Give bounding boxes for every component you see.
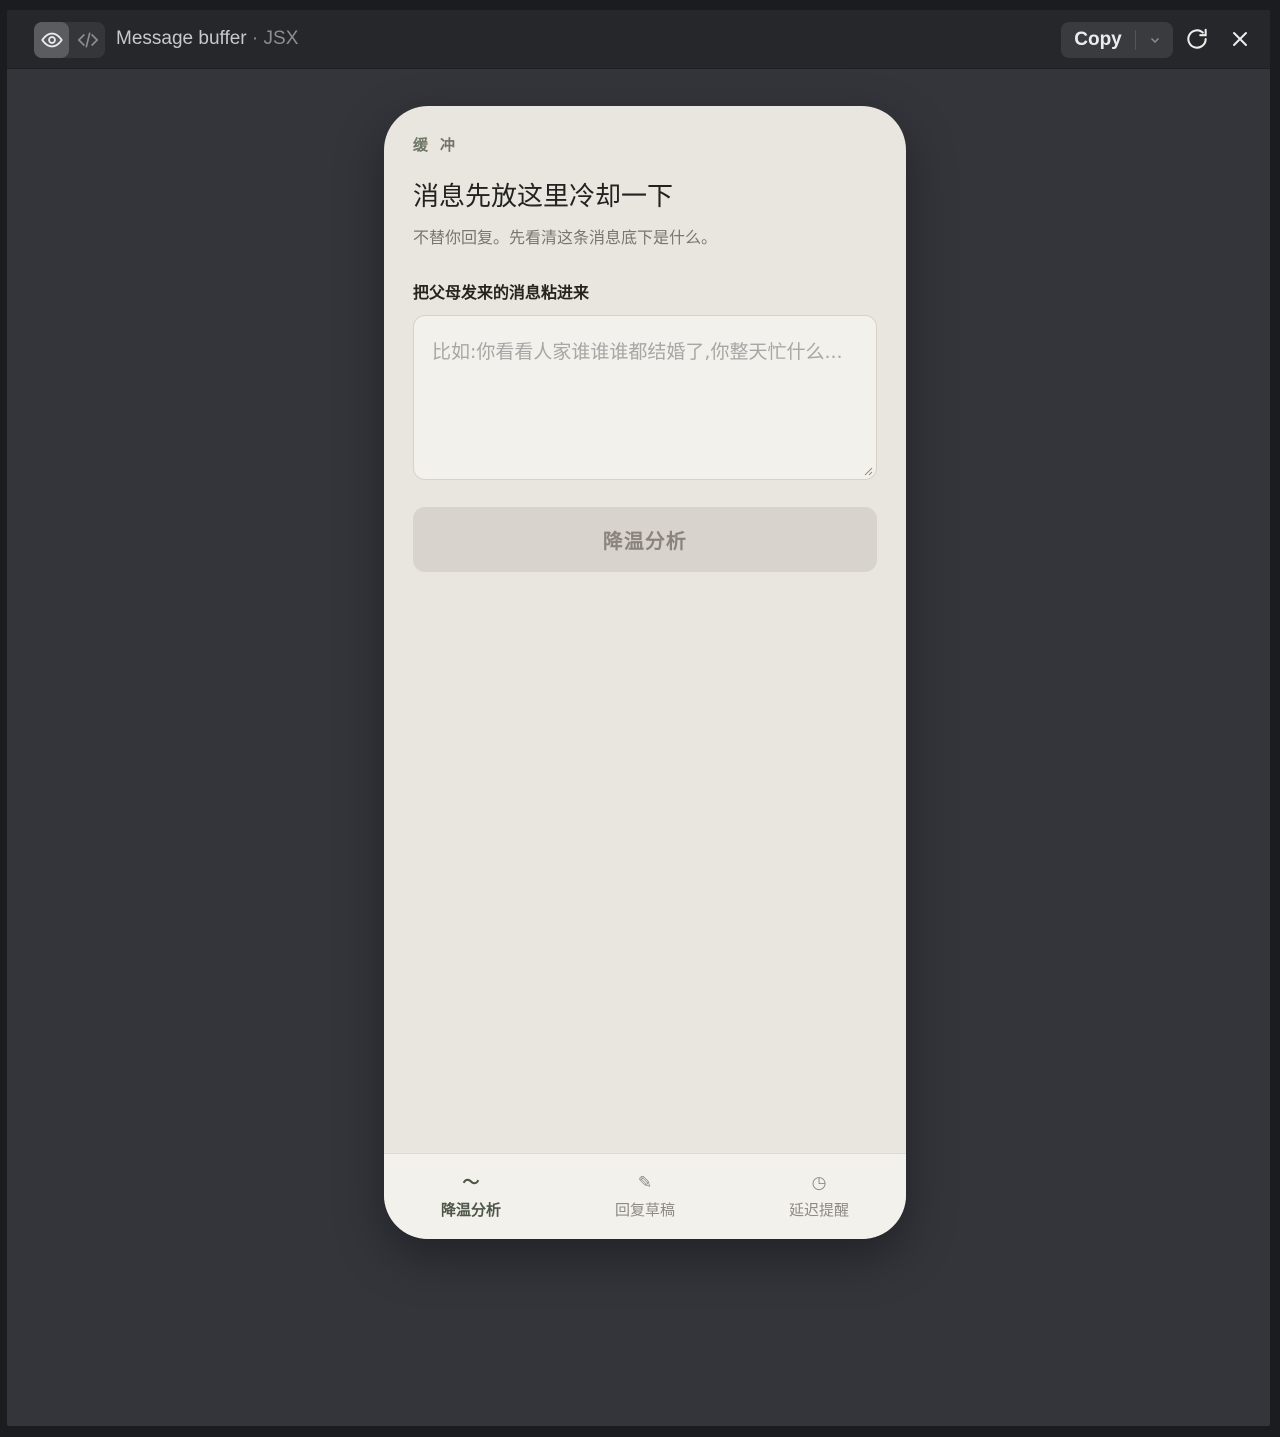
analyze-button[interactable]: 降温分析 [413,507,877,572]
resize-grip-icon[interactable] [864,467,873,476]
app-eyebrow: 缓冲 [413,136,468,154]
code-icon [77,32,98,48]
refresh-icon [1187,28,1207,49]
tab-label: 降温分析 [440,1201,501,1219]
code-toggle-button[interactable] [70,22,105,58]
copy-divider [1135,30,1136,50]
page-title: 消息先放这里冷却一下 [413,182,674,212]
copy-options-button[interactable] [1137,22,1173,58]
wave-icon: 〜 [462,1173,480,1193]
refresh-button[interactable] [1182,24,1212,54]
bottom-tab-bar: 〜 降温分析 ✎ 回复草稿 ◷ 延迟提醒 [384,1153,906,1239]
close-icon [1233,32,1247,46]
preview-toggle-button[interactable] [34,22,69,58]
chevron-down-icon [1151,38,1159,43]
tab-cooldown-analysis[interactable]: 〜 降温分析 [384,1154,558,1239]
clock-icon: ◷ [811,1173,827,1193]
tab-label: 延迟提醒 [788,1201,849,1219]
title-bar: Message buffer · JSX Copy [7,10,1270,69]
window-title: Message buffer · JSX [116,28,298,50]
tab-reply-draft[interactable]: ✎ 回复草稿 [558,1154,732,1239]
copy-button[interactable]: Copy [1061,22,1135,58]
view-toggle [34,22,105,58]
copy-control: Copy [1061,22,1173,58]
tab-delay-reminder[interactable]: ◷ 延迟提醒 [732,1154,906,1239]
close-button[interactable] [1225,24,1255,54]
artifact-language: JSX [263,28,299,49]
message-field-label: 把父母发来的消息粘进来 [413,283,590,302]
artifact-name: Message buffer [116,28,247,49]
eye-icon [40,32,63,48]
tab-label: 回复草稿 [614,1201,675,1219]
message-input[interactable] [413,315,877,480]
title-separator: · [246,28,264,49]
pencil-icon: ✎ [637,1173,653,1193]
phone-preview: 缓冲 消息先放这里冷却一下 不替你回复。先看清这条消息底下是什么。 把父母发来的… [384,106,906,1239]
page-subtitle: 不替你回复。先看清这条消息底下是什么。 [413,228,718,247]
artifact-window: Message buffer · JSX Copy 缓冲 消息先放这里冷却一下 … [7,10,1270,1426]
